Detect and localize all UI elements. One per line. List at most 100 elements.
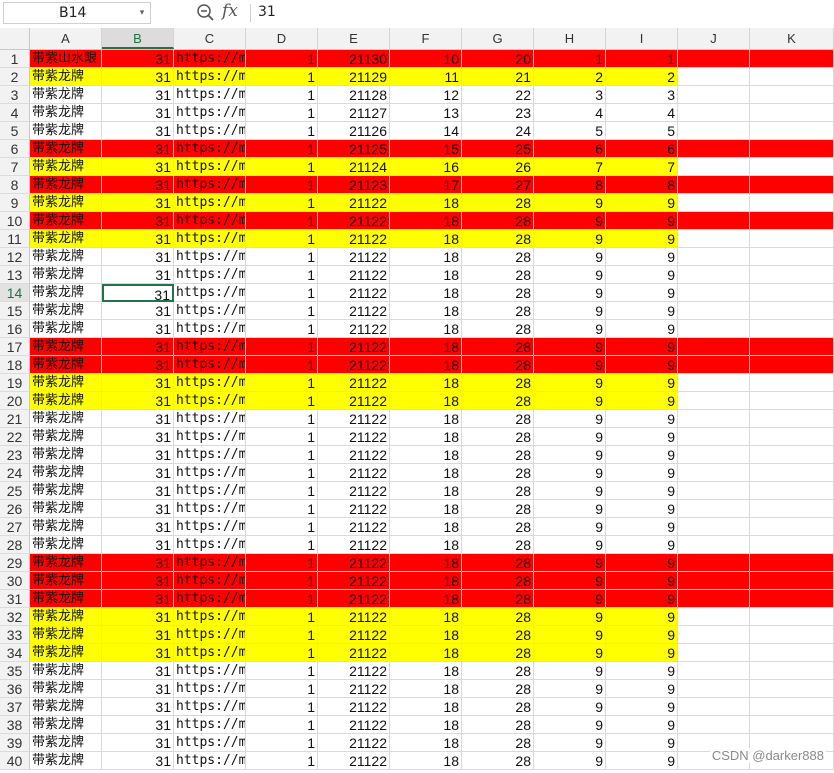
cell-c[interactable]: https://m <box>174 158 246 176</box>
cell-d[interactable]: 1 <box>246 266 318 284</box>
cell-c[interactable]: https://m <box>174 662 246 680</box>
row-header[interactable]: 40 <box>0 752 30 770</box>
cell-e[interactable]: 21122 <box>318 698 390 716</box>
cell-g[interactable]: 20 <box>462 50 534 68</box>
cell-g[interactable]: 25 <box>462 140 534 158</box>
cell-f[interactable]: 18 <box>390 752 462 770</box>
cell-b[interactable]: 31 <box>102 248 174 266</box>
cell-d[interactable]: 1 <box>246 410 318 428</box>
cell-d[interactable]: 1 <box>246 518 318 536</box>
cell-b[interactable]: 31 <box>102 752 174 770</box>
cell-e[interactable]: 21122 <box>318 392 390 410</box>
cell-d[interactable]: 1 <box>246 50 318 68</box>
cell-c[interactable]: https://m <box>174 680 246 698</box>
cell-i[interactable]: 9 <box>606 266 678 284</box>
cell-g[interactable]: 28 <box>462 662 534 680</box>
cell-i[interactable]: 9 <box>606 428 678 446</box>
row-header[interactable]: 11 <box>0 230 30 248</box>
cell-a[interactable]: 带紫龙牌 <box>30 194 102 212</box>
cell-a[interactable]: 带紫山水眼 <box>30 50 102 68</box>
cell-c[interactable]: https://m <box>174 50 246 68</box>
column-header-b[interactable]: B <box>102 28 174 49</box>
cell-a[interactable]: 带紫龙牌 <box>30 680 102 698</box>
cell-k[interactable] <box>750 374 834 392</box>
cell-j[interactable] <box>678 212 750 230</box>
cell-h[interactable]: 9 <box>534 518 606 536</box>
cell-j[interactable] <box>678 302 750 320</box>
cell-d[interactable]: 1 <box>246 554 318 572</box>
cell-b[interactable]: 31 <box>102 734 174 752</box>
cell-a[interactable]: 带紫龙牌 <box>30 644 102 662</box>
cell-a[interactable]: 带紫龙牌 <box>30 482 102 500</box>
row-header[interactable]: 22 <box>0 428 30 446</box>
cell-f[interactable]: 18 <box>390 464 462 482</box>
cell-d[interactable]: 1 <box>246 248 318 266</box>
cell-f[interactable]: 18 <box>390 230 462 248</box>
cell-b[interactable]: 31 <box>102 392 174 410</box>
cell-i[interactable]: 4 <box>606 104 678 122</box>
cell-g[interactable]: 28 <box>462 698 534 716</box>
cell-i[interactable]: 9 <box>606 734 678 752</box>
cell-c[interactable]: https://m <box>174 248 246 266</box>
cell-i[interactable]: 9 <box>606 626 678 644</box>
cell-k[interactable] <box>750 140 834 158</box>
cell-i[interactable]: 9 <box>606 284 678 302</box>
cell-b[interactable]: 31 <box>102 266 174 284</box>
cell-b[interactable]: 31 <box>102 302 174 320</box>
cell-e[interactable]: 21122 <box>318 662 390 680</box>
column-header-i[interactable]: I <box>606 28 678 49</box>
cell-c[interactable]: https://m <box>174 392 246 410</box>
cell-e[interactable]: 21122 <box>318 248 390 266</box>
cell-a[interactable]: 带紫龙牌 <box>30 374 102 392</box>
cell-k[interactable] <box>750 518 834 536</box>
cell-h[interactable]: 2 <box>534 68 606 86</box>
cell-g[interactable]: 28 <box>462 392 534 410</box>
cell-k[interactable] <box>750 716 834 734</box>
row-header[interactable]: 7 <box>0 158 30 176</box>
cell-e[interactable]: 21128 <box>318 86 390 104</box>
cell-d[interactable]: 1 <box>246 212 318 230</box>
cell-g[interactable]: 28 <box>462 410 534 428</box>
cell-a[interactable]: 带紫龙牌 <box>30 284 102 302</box>
cell-a[interactable]: 带紫龙牌 <box>30 266 102 284</box>
cell-f[interactable]: 18 <box>390 734 462 752</box>
cell-e[interactable]: 21122 <box>318 464 390 482</box>
cell-c[interactable]: https://m <box>174 68 246 86</box>
cell-f[interactable]: 11 <box>390 68 462 86</box>
cell-g[interactable]: 28 <box>462 734 534 752</box>
cell-a[interactable]: 带紫龙牌 <box>30 338 102 356</box>
cell-d[interactable]: 1 <box>246 626 318 644</box>
cell-a[interactable]: 带紫龙牌 <box>30 410 102 428</box>
cell-b[interactable]: 31 <box>102 482 174 500</box>
cell-k[interactable] <box>750 536 834 554</box>
name-box[interactable]: B14 ▾ <box>3 2 151 24</box>
cell-j[interactable] <box>678 104 750 122</box>
cell-c[interactable]: https://m <box>174 518 246 536</box>
cell-h[interactable]: 1 <box>534 50 606 68</box>
cell-d[interactable]: 1 <box>246 482 318 500</box>
cell-i[interactable]: 9 <box>606 644 678 662</box>
cell-i[interactable]: 8 <box>606 176 678 194</box>
cell-k[interactable] <box>750 482 834 500</box>
cell-f[interactable]: 18 <box>390 212 462 230</box>
cell-j[interactable] <box>678 320 750 338</box>
cell-d[interactable]: 1 <box>246 374 318 392</box>
cell-e[interactable]: 21122 <box>318 752 390 770</box>
cell-g[interactable]: 28 <box>462 194 534 212</box>
cell-g[interactable]: 28 <box>462 428 534 446</box>
cell-k[interactable] <box>750 410 834 428</box>
cell-d[interactable]: 1 <box>246 716 318 734</box>
spreadsheet-grid[interactable]: ABCDEFGHIJK 1 带紫山水眼 31 https://m 1 21130 10 20 1… <box>0 28 834 773</box>
cell-f[interactable]: 13 <box>390 104 462 122</box>
cell-h[interactable]: 9 <box>534 320 606 338</box>
cell-a[interactable]: 带紫龙牌 <box>30 86 102 104</box>
cell-a[interactable]: 带紫龙牌 <box>30 662 102 680</box>
cell-j[interactable] <box>678 356 750 374</box>
cell-d[interactable]: 1 <box>246 590 318 608</box>
cell-g[interactable]: 28 <box>462 716 534 734</box>
cell-i[interactable]: 9 <box>606 446 678 464</box>
cell-i[interactable]: 9 <box>606 554 678 572</box>
row-header[interactable]: 3 <box>0 86 30 104</box>
row-header[interactable]: 32 <box>0 608 30 626</box>
cell-b[interactable]: 31 <box>102 104 174 122</box>
